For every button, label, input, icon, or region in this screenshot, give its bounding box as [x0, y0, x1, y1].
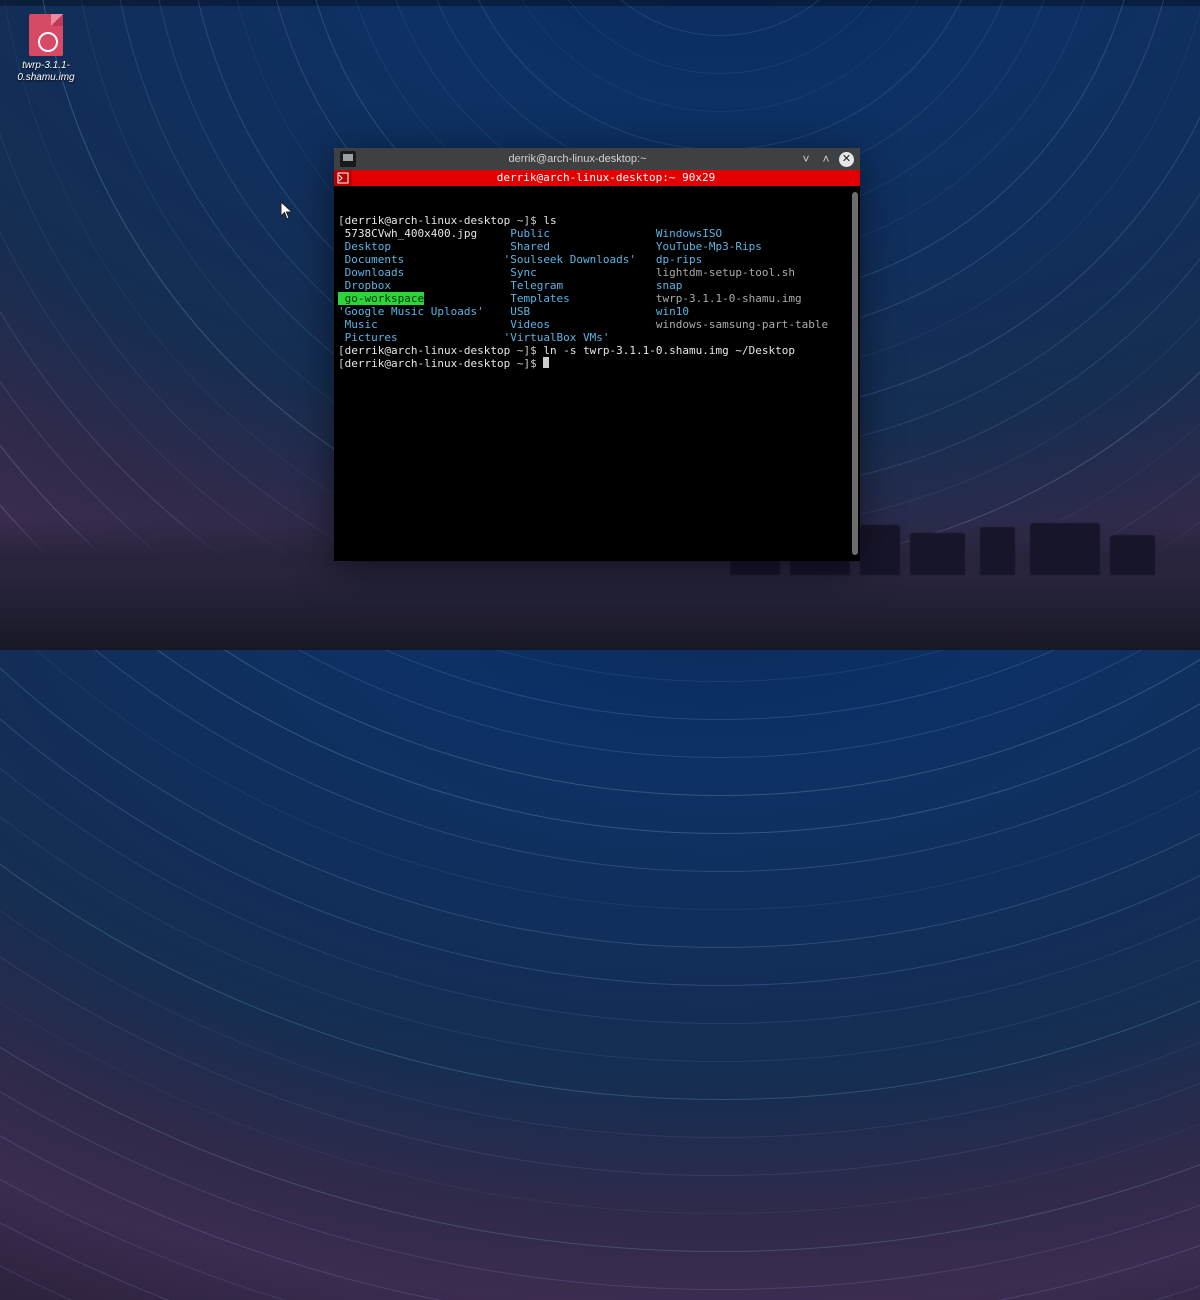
terminal-output[interactable]: [derrik@arch-linux-desktop ~]$ ls 5738CV… — [334, 186, 860, 561]
terminal-tab-app-icon[interactable] — [334, 170, 352, 186]
window-maximize-button[interactable]: ˄ — [819, 152, 833, 166]
window-title: derrik@arch-linux-desktop:~ — [362, 153, 793, 165]
desktop-file-label: twrp-3.1.1-0.shamu.img — [12, 60, 80, 84]
window-close-button[interactable]: ✕ — [839, 152, 854, 167]
terminal-tab-label[interactable]: derrik@arch-linux-desktop:~ 90x29 — [352, 170, 860, 186]
terminal-tab-bar: derrik@arch-linux-desktop:~ 90x29 — [334, 170, 860, 186]
mouse-cursor-icon — [280, 201, 294, 221]
terminal-scrollbar[interactable] — [852, 192, 858, 555]
window-titlebar[interactable]: derrik@arch-linux-desktop:~ ˅ ˄ ✕ — [334, 148, 860, 170]
window-app-icon — [340, 151, 356, 167]
window-minimize-button[interactable]: ˅ — [799, 152, 813, 166]
desktop-file-icon[interactable]: twrp-3.1.1-0.shamu.img — [12, 14, 80, 84]
terminal-window: derrik@arch-linux-desktop:~ ˅ ˄ ✕ derrik… — [334, 148, 860, 561]
disk-image-icon — [29, 14, 63, 56]
